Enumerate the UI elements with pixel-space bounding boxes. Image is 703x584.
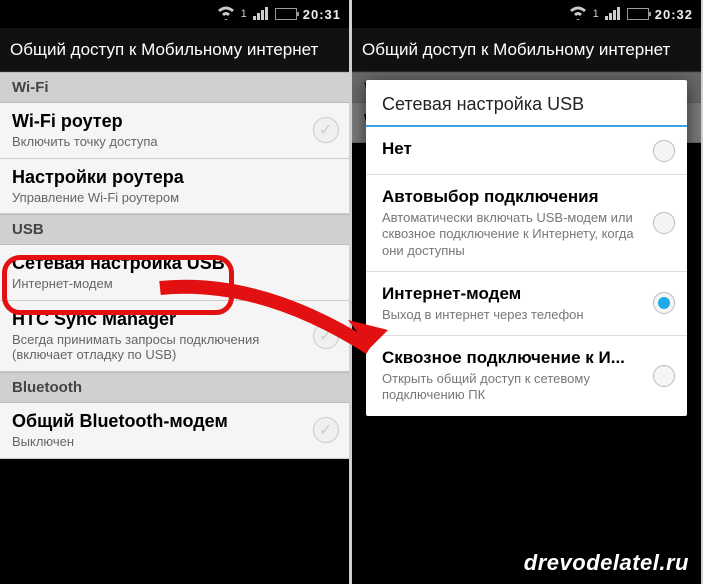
row-title: HTC Sync Manager — [12, 309, 301, 330]
radio-icon[interactable] — [653, 212, 675, 234]
row-subtitle: Включить точку доступа — [12, 134, 301, 150]
option-subtitle: Открыть общий доступ к сетевому подключе… — [382, 371, 639, 404]
wifi-icon — [217, 6, 235, 23]
row-usb-network-setting[interactable]: Сетевая настройка USB Интернет-модем — [0, 245, 349, 301]
status-bar: 1 20:32 — [352, 0, 701, 28]
row-title: Настройки роутера — [12, 167, 301, 188]
section-usb: USB — [0, 214, 349, 245]
radio-icon[interactable] — [653, 292, 675, 314]
dialog-option-none[interactable]: Нет — [366, 127, 687, 175]
radio-icon[interactable] — [653, 140, 675, 162]
page-title: Общий доступ к Мобильному интернет — [352, 28, 701, 72]
signal-prefix: 1 — [241, 8, 247, 20]
signal-icon — [605, 6, 621, 23]
row-bt-modem[interactable]: Общий Bluetooth-модем Выключен — [0, 403, 349, 459]
signal-icon — [253, 6, 269, 23]
phone-screen-right: 1 20:32 Общий доступ к Мобильному интерн… — [352, 0, 701, 584]
dialog-option-auto[interactable]: Автовыбор подключения Автоматически вклю… — [366, 175, 687, 272]
row-router-settings[interactable]: Настройки роутера Управление Wi-Fi роуте… — [0, 159, 349, 215]
section-bluetooth: Bluetooth — [0, 372, 349, 403]
dialog-title: Сетевая настройка USB — [366, 80, 687, 127]
option-title: Сквозное подключение к И... — [382, 348, 639, 368]
option-subtitle: Автоматически включать USB-модем или скв… — [382, 210, 639, 259]
section-wifi: Wi-Fi — [0, 72, 349, 103]
option-title: Нет — [382, 139, 639, 159]
dialog-option-internet-modem[interactable]: Интернет-модем Выход в интернет через те… — [366, 272, 687, 336]
row-wifi-router[interactable]: Wi-Fi роутер Включить точку доступа — [0, 103, 349, 159]
settings-list: Wi-Fi Wi-Fi роутер Включить точку доступ… — [0, 72, 349, 459]
wifi-icon — [569, 6, 587, 23]
checkbox-icon[interactable] — [313, 323, 339, 349]
row-title: Общий Bluetooth-модем — [12, 411, 301, 432]
row-subtitle: Всегда принимать запросы подключения (вк… — [12, 332, 301, 363]
phone-screen-left: 1 20:31 Общий доступ к Мобильному интерн… — [0, 0, 349, 584]
checkbox-icon[interactable] — [313, 117, 339, 143]
option-title: Интернет-модем — [382, 284, 639, 304]
radio-icon[interactable] — [653, 365, 675, 387]
clock: 20:31 — [303, 7, 341, 22]
dialog-option-passthrough[interactable]: Сквозное подключение к И... Открыть общи… — [366, 336, 687, 416]
dialog-usb-network: Сетевая настройка USB Нет Автовыбор подк… — [366, 80, 687, 416]
row-htc-sync[interactable]: HTC Sync Manager Всегда принимать запрос… — [0, 301, 349, 372]
page-title: Общий доступ к Мобильному интернет — [0, 28, 349, 72]
watermark: drevodelatel.ru — [524, 550, 689, 576]
option-subtitle: Выход в интернет через телефон — [382, 307, 639, 323]
battery-icon — [275, 8, 297, 20]
row-title: Сетевая настройка USB — [12, 253, 301, 274]
row-subtitle: Выключен — [12, 434, 301, 450]
status-bar: 1 20:31 — [0, 0, 349, 28]
signal-prefix: 1 — [593, 8, 599, 20]
clock: 20:32 — [655, 7, 693, 22]
row-title: Wi-Fi роутер — [12, 111, 301, 132]
row-subtitle: Управление Wi-Fi роутером — [12, 190, 301, 206]
option-title: Автовыбор подключения — [382, 187, 639, 207]
row-subtitle: Интернет-модем — [12, 276, 301, 292]
battery-icon — [627, 8, 649, 20]
checkbox-icon[interactable] — [313, 417, 339, 443]
